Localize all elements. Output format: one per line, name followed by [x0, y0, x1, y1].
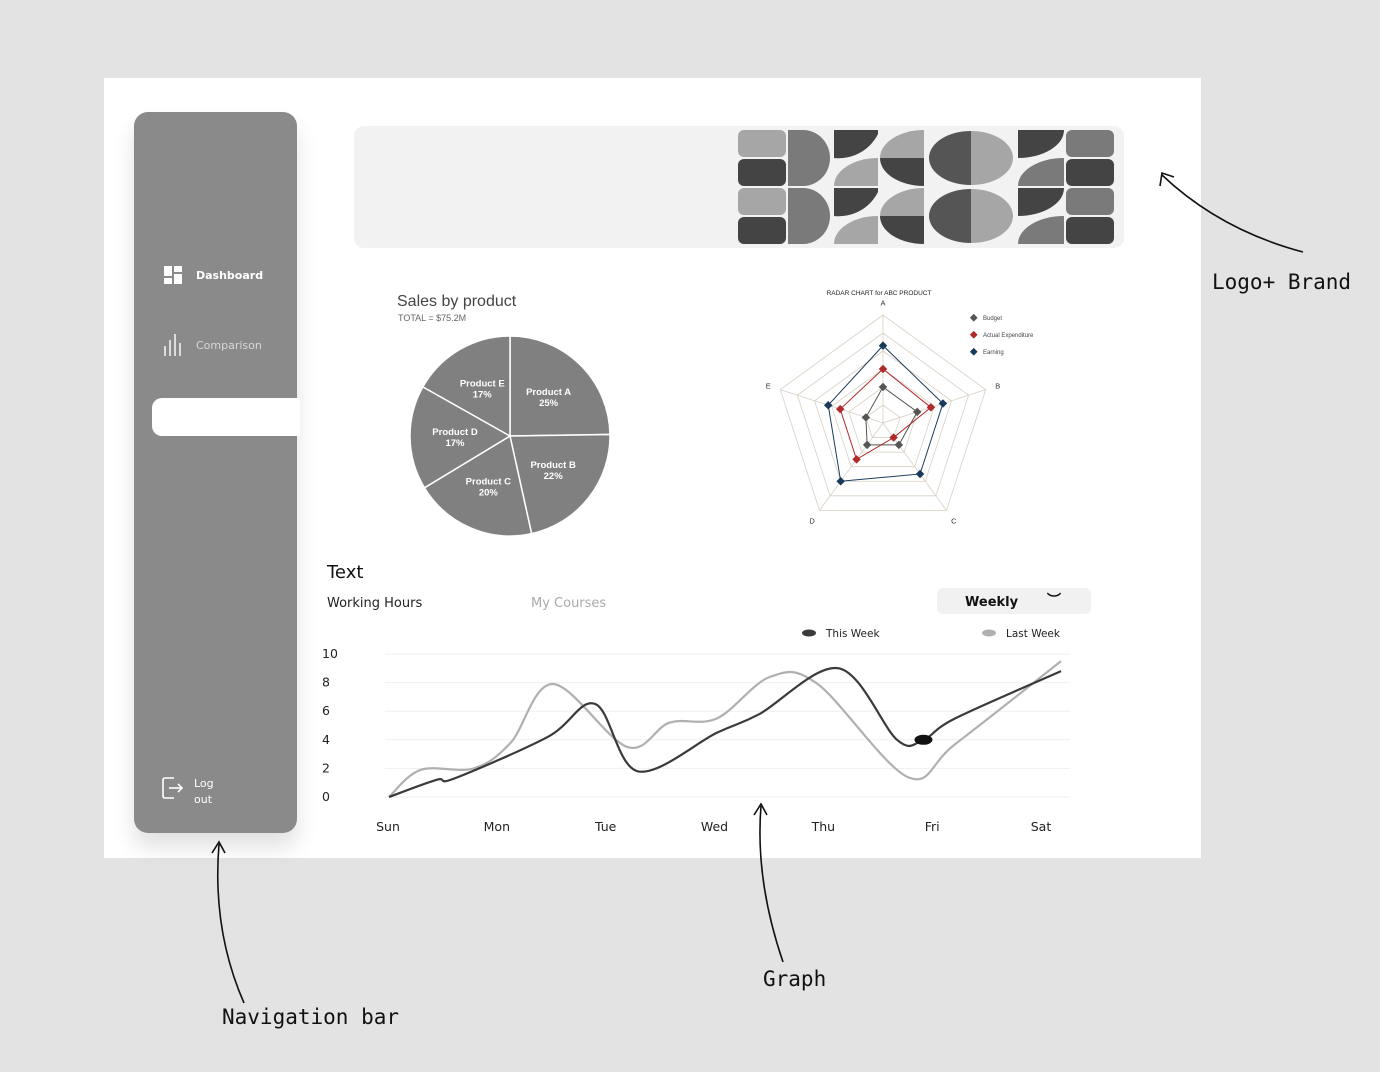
x-tick-label: Thu: [811, 819, 835, 834]
x-tick-label: Wed: [701, 819, 728, 834]
radar-axis-label: B: [995, 382, 1000, 391]
active-tab-indicator[interactable]: [152, 398, 300, 436]
y-tick-label: 4: [322, 732, 330, 747]
y-tick-label: 10: [322, 646, 338, 661]
radar-point: [915, 469, 925, 479]
sidebar-item-label: Comparison: [196, 338, 262, 352]
highlight-point: [914, 734, 933, 745]
pie-slice-value: 17%: [445, 438, 465, 449]
radar-point: [912, 407, 922, 417]
dashboard-icon: [164, 266, 182, 284]
pie-slice-label: Product E: [460, 379, 505, 390]
annotation-graph: Graph: [763, 967, 827, 991]
tab-working-hours[interactable]: Working Hours: [327, 596, 422, 611]
working-hours-line-chart: 10 8 6 4 2 0 Sun Mon Tue Wed Thu Fri Sat This Week Las…: [322, 628, 1070, 834]
radar-title: RADAR CHART for ABC PRODUCT: [827, 290, 932, 297]
radar-axis-label: A: [880, 298, 885, 307]
radar-legend-label: Earning: [983, 350, 1004, 356]
period-value: Weekly: [965, 595, 1019, 610]
x-tick-label: Fri: [925, 819, 940, 834]
brand-banner: [354, 126, 1124, 248]
radar-legend-label: Actual Expenditure: [983, 333, 1034, 339]
arrow-nav: [216, 843, 245, 1004]
legend-marker: [982, 629, 996, 637]
pie-slice-value: 25%: [539, 398, 559, 409]
radar-point: [852, 455, 861, 464]
section-title: Text: [327, 562, 364, 583]
radar-series-2: [827, 344, 944, 482]
legend-label: This Week: [825, 628, 880, 640]
logout-button[interactable]: Log out: [162, 776, 214, 808]
x-tick-label: Tue: [594, 819, 617, 834]
pie-slice-label: Product D: [432, 427, 478, 438]
radar-point: [862, 440, 872, 450]
logout-icon: [162, 777, 184, 799]
chevron-down-icon: ︶: [1047, 593, 1061, 609]
radar-legend-marker: [969, 330, 978, 339]
pie-slice-value: 22%: [544, 471, 564, 482]
radar-axis-label: C: [951, 517, 957, 526]
logout-label-line2: out: [194, 793, 213, 806]
line-series-this-week: [388, 667, 1062, 799]
radar-legend-label: Budget: [983, 316, 1002, 322]
annotation-logo-brand: Logo+ Brand: [1212, 270, 1352, 294]
annotation-navigation-bar: Navigation bar: [222, 1005, 400, 1029]
pie-slice-label: Product A: [526, 387, 571, 398]
radar-axis-label: E: [766, 382, 771, 391]
pie-slice-label: Product B: [530, 460, 576, 471]
pie-slice-value: 17%: [473, 390, 493, 401]
y-tick-label: 8: [322, 675, 330, 690]
x-tick-label: Mon: [484, 819, 510, 834]
radar-point: [861, 413, 871, 422]
pie-chart-subtitle: TOTAL = $75.2M: [398, 313, 467, 323]
legend-label: Last Week: [1006, 628, 1061, 640]
sidebar-item-label: Dashboard: [196, 268, 264, 282]
x-tick-label: Sun: [376, 819, 400, 834]
x-tick-label: Sat: [1031, 819, 1052, 834]
navigation-sidebar: Dashboard Comparison Log out: [134, 112, 300, 833]
pie-slice-value: 20%: [479, 488, 499, 499]
legend-marker: [802, 629, 816, 637]
pie-chart: Product A25% Product B22% Product C20% Prod…: [409, 335, 611, 537]
radar-chart: RADAR CHART for ABC PRODUCTA B C D E Budget Ac…: [766, 290, 1034, 526]
sidebar-item-dashboard[interactable]: Dashboard: [164, 266, 263, 284]
radar-point: [836, 477, 845, 486]
y-tick-label: 2: [322, 760, 330, 775]
bar-chart-icon: [164, 334, 181, 356]
radar-point: [894, 440, 904, 450]
y-tick-label: 6: [322, 703, 330, 718]
tab-my-courses[interactable]: My Courses: [531, 596, 606, 611]
radar-legend-marker: [969, 347, 978, 356]
period-dropdown[interactable]: Weekly ︶: [937, 588, 1091, 614]
radar-axis-label: D: [809, 517, 815, 526]
radar-point: [878, 382, 888, 392]
sidebar-item-comparison[interactable]: Comparison: [164, 334, 262, 356]
pie-chart-title: Sales by product: [397, 293, 517, 310]
y-tick-label: 0: [322, 789, 330, 804]
radar-legend-marker: [969, 313, 978, 322]
pie-slice-label: Product C: [466, 477, 512, 488]
brand-logo-pattern: [738, 130, 1114, 244]
logout-label-line1: Log: [194, 777, 214, 790]
